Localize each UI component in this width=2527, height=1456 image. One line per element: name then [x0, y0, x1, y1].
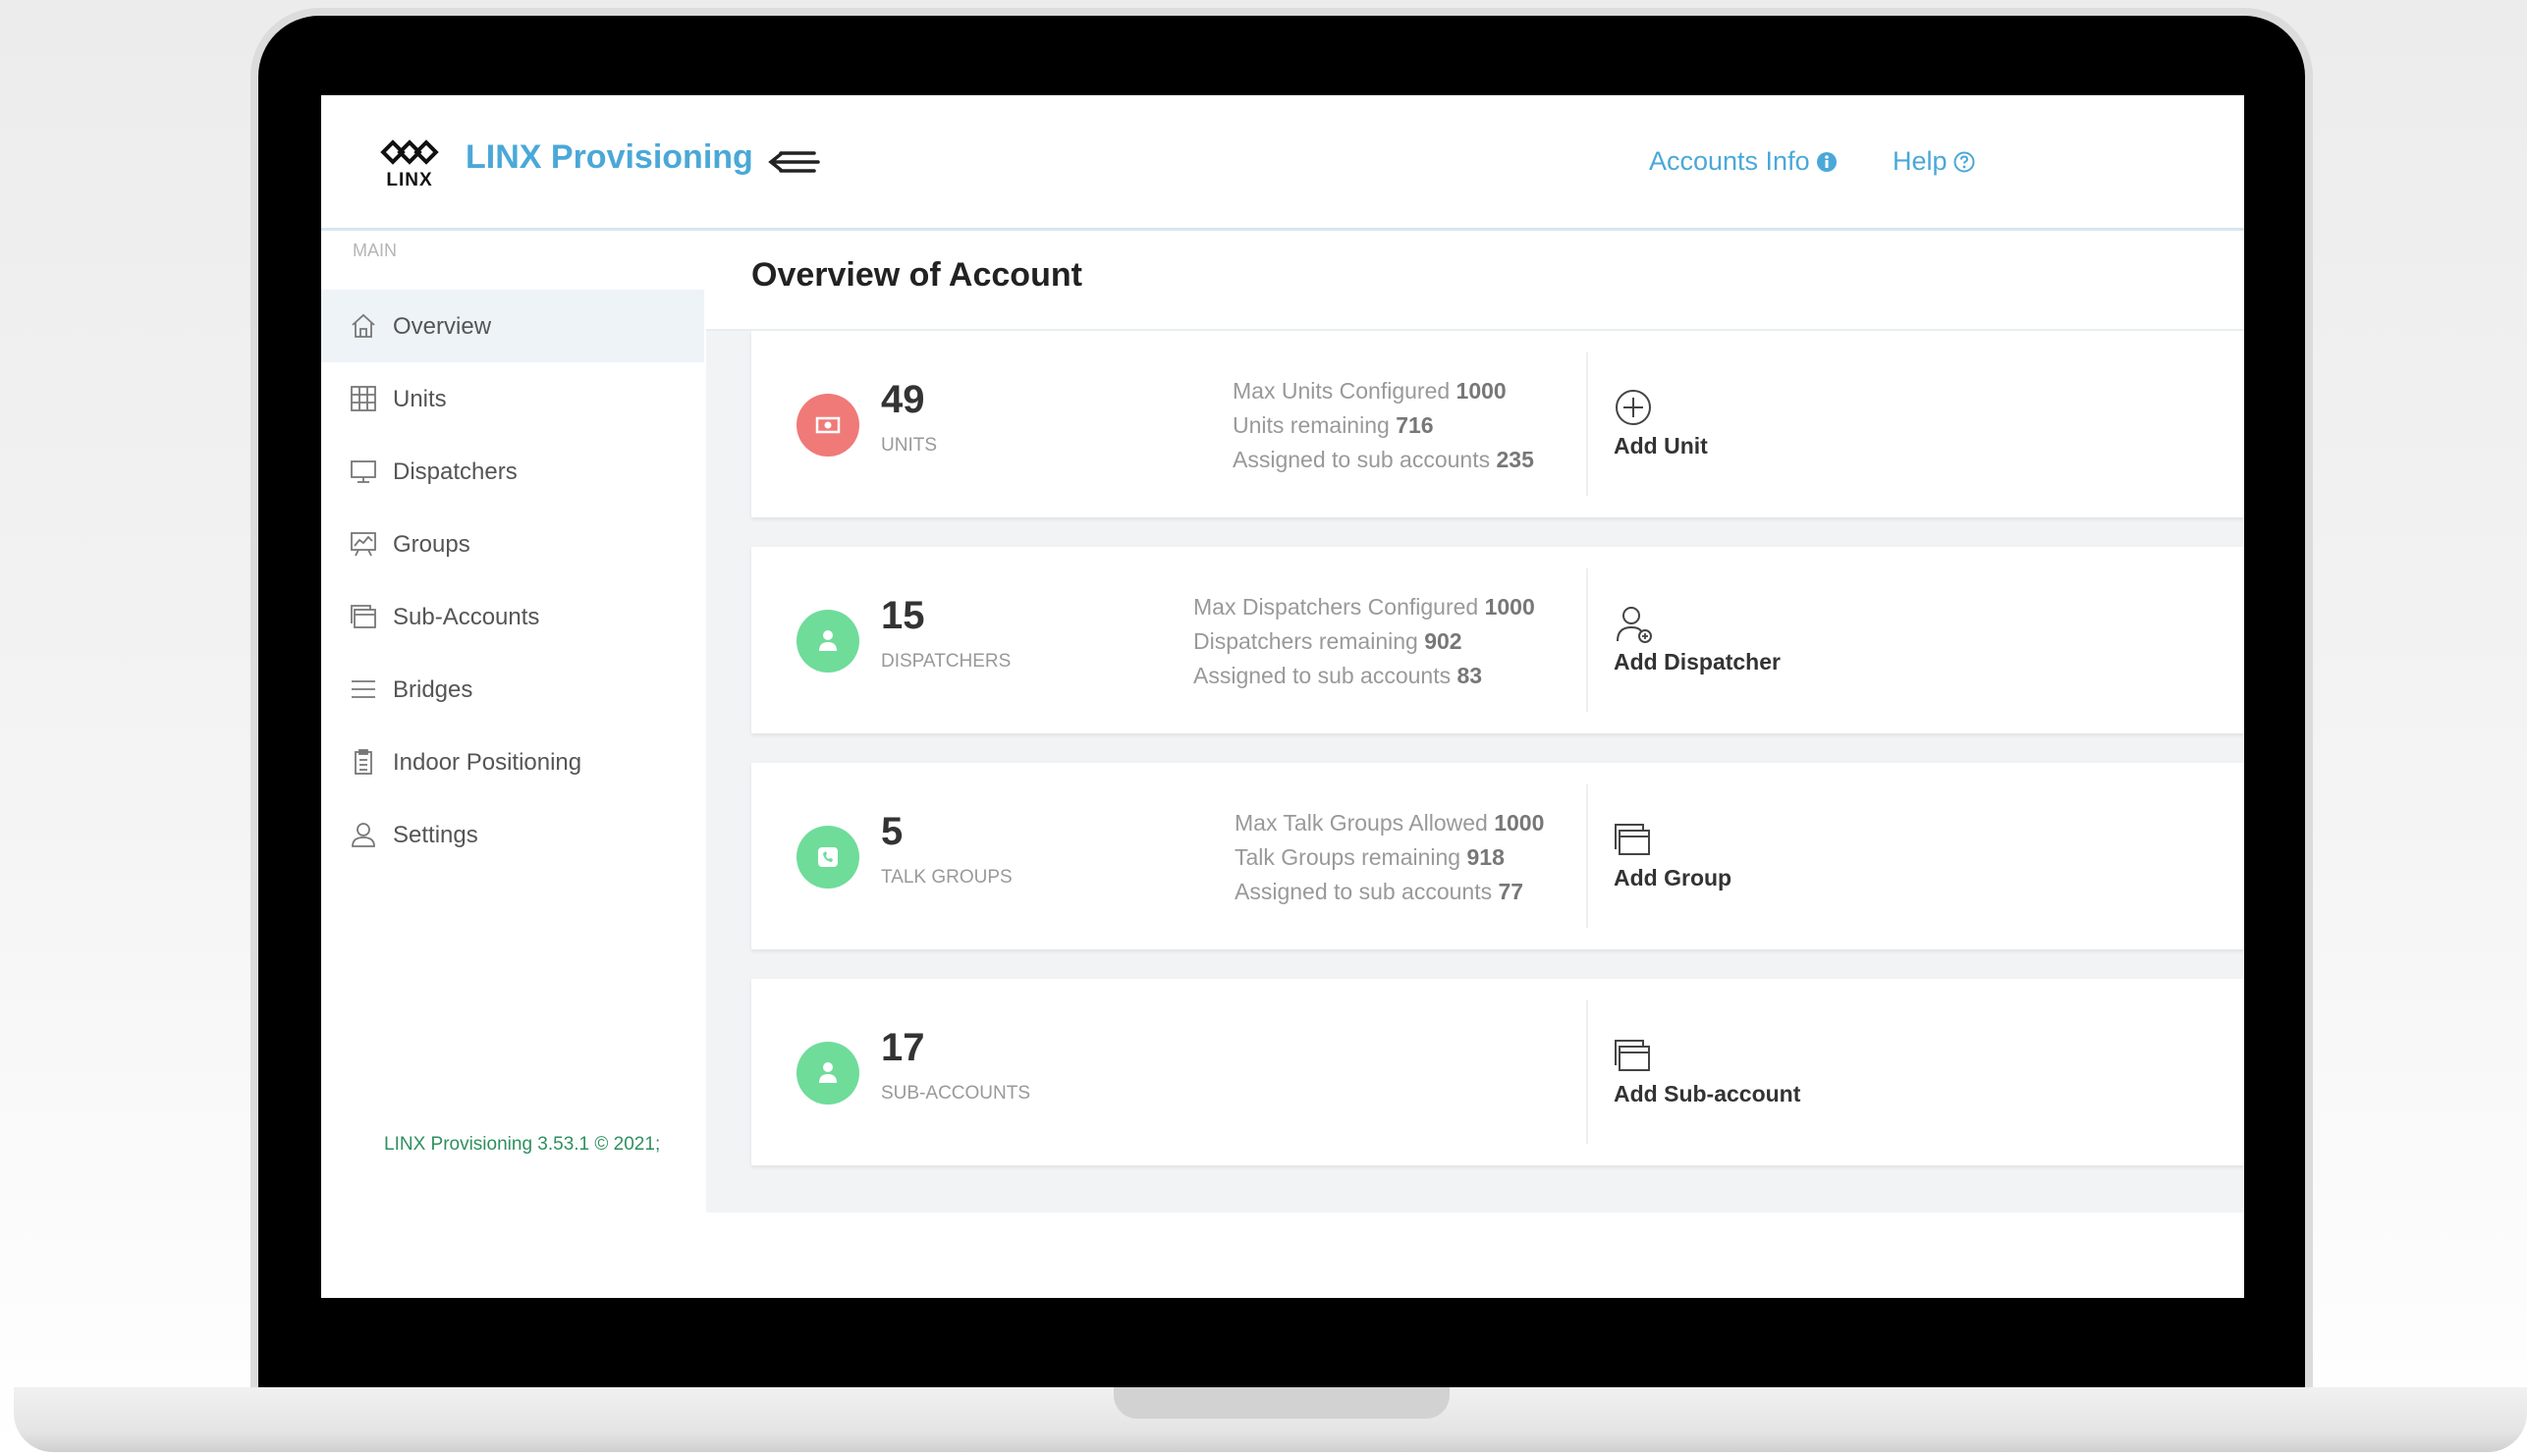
sidebar-item-overview[interactable]: Overview	[321, 290, 704, 362]
units-card: 49 UNITS Max Units Configured 1000 Units…	[751, 331, 2244, 517]
grid-icon	[351, 386, 376, 411]
card-divider	[1586, 352, 1588, 496]
menu-collapse-icon	[768, 151, 820, 173]
sidebar-item-label: Dispatchers	[393, 458, 518, 485]
monitor-icon	[351, 460, 376, 483]
accounts-info-link[interactable]: Accounts Info	[1649, 146, 1838, 177]
phone-icon	[818, 847, 838, 867]
sidebar-item-label: Indoor Positioning	[393, 749, 582, 776]
folder-stack-icon	[351, 605, 376, 628]
logo-text: LINX	[386, 170, 433, 190]
main-header: Overview of Account	[706, 231, 2244, 331]
card-divider	[1586, 1000, 1588, 1144]
sidebar-item-label: Sub-Accounts	[393, 604, 540, 630]
card-divider	[1586, 568, 1588, 712]
add-sub-account-button[interactable]: Add Sub-account	[1614, 1036, 1800, 1107]
detail-row: Talk Groups remaining 918	[1235, 844, 1505, 870]
menu-toggle-button[interactable]	[765, 142, 822, 182]
dispatcher-icon	[819, 1062, 837, 1083]
units-label: UNITS	[881, 435, 937, 456]
plus-circle-icon	[1616, 390, 1651, 425]
sidebar-item-groups[interactable]: Groups	[321, 508, 704, 580]
add-dispatcher-button[interactable]: Add Dispatcher	[1614, 604, 1781, 675]
units-details: Max Units Configured 1000 Units remainin…	[1233, 374, 1534, 477]
top-bar: LINX LINX Provisioning Accounts Info Hel…	[321, 95, 2244, 231]
clipboard-icon	[355, 749, 372, 775]
folder-icon	[1615, 1040, 1650, 1071]
home-icon	[352, 313, 375, 338]
add-unit-label: Add Unit	[1614, 433, 1708, 458]
money-icon	[815, 416, 841, 434]
dispatchers-details: Max Dispatchers Configured 1000 Dispatch…	[1193, 590, 1535, 693]
talk-groups-label: TALK GROUPS	[881, 867, 1013, 888]
sub-accounts-label: SUB-ACCOUNTS	[881, 1083, 1031, 1104]
app-screen: LINX LINX Provisioning Accounts Info Hel…	[321, 95, 2244, 1298]
detail-row: Max Units Configured 1000	[1233, 378, 1507, 404]
sidebar-item-label: Groups	[393, 531, 470, 558]
add-group-label: Add Group	[1614, 865, 1732, 890]
help-link[interactable]: Help	[1893, 146, 1975, 177]
linx-logo-icon	[380, 139, 439, 165]
sidebar: MAIN Overview Units Dispatchers Groups S…	[321, 231, 708, 1213]
sidebar-item-label: Overview	[393, 313, 492, 340]
presentation-icon	[351, 532, 376, 557]
footer-area	[321, 1213, 2244, 1298]
sub-accounts-card: 17 SUB-ACCOUNTS Add Sub-account	[751, 979, 2244, 1165]
card-divider	[1586, 784, 1588, 928]
brand-title[interactable]: LINX Provisioning	[466, 138, 753, 177]
detail-row: Assigned to sub accounts 83	[1193, 663, 1483, 688]
add-user-icon	[1617, 607, 1652, 643]
page-title: Overview of Account	[751, 256, 1082, 294]
sidebar-item-sub-accounts[interactable]: Sub-Accounts	[321, 580, 704, 653]
sidebar-item-label: Bridges	[393, 676, 473, 703]
sidebar-section-label: MAIN	[353, 241, 397, 260]
detail-row: Assigned to sub accounts 77	[1235, 879, 1524, 904]
sidebar-item-bridges[interactable]: Bridges	[321, 653, 704, 726]
units-stat-circle	[797, 394, 859, 457]
linx-logo[interactable]: LINX	[380, 136, 439, 191]
units-count: 49	[881, 378, 925, 421]
sub-accounts-count: 17	[881, 1026, 925, 1069]
sub-accounts-stat-circle	[797, 1042, 859, 1105]
sidebar-item-units[interactable]: Units	[321, 362, 704, 435]
detail-row: Assigned to sub accounts 235	[1233, 447, 1534, 472]
talk-groups-count: 5	[881, 810, 904, 853]
dispatcher-icon	[819, 630, 837, 651]
dispatchers-card: 15 DISPATCHERS Max Dispatchers Configure…	[751, 547, 2244, 733]
dispatchers-stat-circle	[797, 610, 859, 673]
sidebar-item-label: Units	[393, 386, 447, 412]
talk-groups-card: 5 TALK GROUPS Max Talk Groups Allowed 10…	[751, 763, 2244, 949]
dispatchers-label: DISPATCHERS	[881, 651, 1012, 672]
talk-groups-details: Max Talk Groups Allowed 1000 Talk Groups…	[1235, 806, 1544, 909]
overview-content: 49 UNITS Max Units Configured 1000 Units…	[706, 331, 2244, 1213]
sidebar-item-indoor-positioning[interactable]: Indoor Positioning	[321, 726, 704, 798]
detail-row: Max Dispatchers Configured 1000	[1193, 594, 1535, 620]
talk-groups-stat-circle	[797, 826, 859, 889]
sidebar-item-dispatchers[interactable]: Dispatchers	[321, 435, 704, 508]
add-unit-button[interactable]: Add Unit	[1614, 388, 1708, 459]
question-icon	[1953, 151, 1975, 172]
sidebar-item-label: Settings	[393, 822, 478, 848]
laptop-notch	[1114, 1387, 1450, 1419]
user-icon	[352, 823, 375, 847]
help-label: Help	[1893, 146, 1948, 176]
accounts-info-label: Accounts Info	[1649, 146, 1810, 176]
dispatchers-count: 15	[881, 594, 925, 637]
sidebar-item-settings[interactable]: Settings	[321, 798, 704, 871]
info-icon	[1816, 151, 1837, 172]
list-icon	[352, 680, 375, 698]
add-group-button[interactable]: Add Group	[1614, 820, 1731, 891]
detail-row: Max Talk Groups Allowed 1000	[1235, 810, 1545, 836]
add-dispatcher-label: Add Dispatcher	[1614, 649, 1781, 674]
add-sub-account-label: Add Sub-account	[1614, 1081, 1801, 1106]
detail-row: Units remaining 716	[1233, 412, 1434, 438]
footer-version: LINX Provisioning 3.53.1 © 2021;	[384, 1134, 661, 1155]
folder-icon	[1615, 824, 1650, 855]
detail-row: Dispatchers remaining 902	[1193, 628, 1462, 654]
